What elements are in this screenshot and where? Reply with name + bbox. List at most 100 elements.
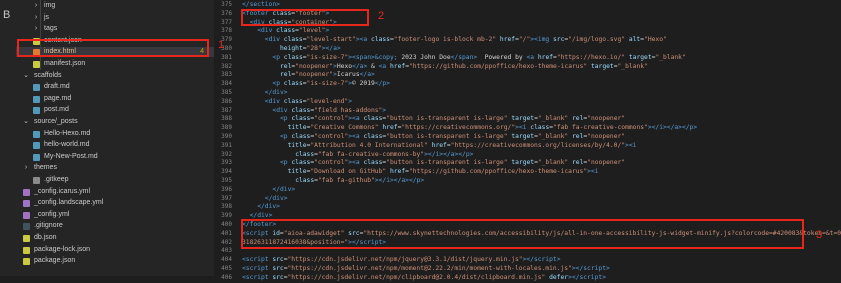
code-line[interactable]: <div class="level-end"> bbox=[265, 98, 352, 107]
explorer-folder[interactable]: › js bbox=[16, 13, 214, 23]
explorer-file[interactable]: package.json bbox=[16, 256, 214, 266]
code-token: > bbox=[602, 273, 606, 281]
explorer-file[interactable]: post.md bbox=[16, 105, 214, 115]
code-line[interactable]: class="fab fa-creative-commons-by"></i><… bbox=[295, 151, 473, 160]
code-line[interactable]: rel="noopener">Hexo</a> & <a href="https… bbox=[280, 63, 648, 72]
code-line[interactable]: <script src="https://cdn.jsdelivr.net/np… bbox=[242, 274, 606, 283]
code-line[interactable]: height="28"></a> bbox=[280, 45, 341, 54]
explorer-item-label: _config.landscape.yml bbox=[34, 199, 104, 207]
line-number: 385 bbox=[221, 89, 232, 96]
code-line[interactable]: <script src="https://cdn.jsdelivr.net/np… bbox=[242, 265, 610, 274]
code-token: href bbox=[386, 62, 406, 70]
code-line[interactable]: <script src="https://cdn.jsdelivr.net/np… bbox=[242, 256, 560, 265]
code-token: class bbox=[287, 106, 311, 114]
code-line[interactable]: title="Creative Commons" href="https://c… bbox=[288, 124, 698, 133]
code-token: script bbox=[533, 256, 557, 264]
explorer-item-label: post.md bbox=[44, 106, 69, 114]
json-file-icon bbox=[33, 61, 40, 68]
code-token: "footer-logo is-block mb-2" bbox=[393, 36, 497, 44]
code-token: Icarus bbox=[336, 71, 360, 79]
explorer-file[interactable]: package-lock.json bbox=[16, 245, 214, 255]
code-line[interactable]: </div> bbox=[272, 186, 295, 195]
code-token: > bbox=[420, 177, 425, 184]
code-line[interactable]: class="fab fa-github"></i></a></p> bbox=[295, 177, 424, 186]
code-token: "control" bbox=[314, 159, 349, 167]
code-line[interactable]: <p class="control"><a class="button is-t… bbox=[280, 115, 625, 124]
code-token: Hexo bbox=[336, 62, 353, 70]
explorer-file[interactable]: _config.yml bbox=[16, 210, 214, 220]
code-line[interactable]: <p class="control"><a class="button is-t… bbox=[280, 133, 625, 142]
line-number: 393 bbox=[221, 159, 232, 167]
code-line[interactable]: <p class="is-size-7">© 2019</p> bbox=[272, 80, 390, 89]
code-token: rel bbox=[280, 62, 292, 70]
code-line[interactable]: rel="noopener">Icarus</a> bbox=[280, 71, 375, 80]
explorer-item-label: hello-world.md bbox=[44, 141, 90, 149]
markdown-file-icon bbox=[33, 107, 40, 115]
explorer-item-label: source/_posts bbox=[34, 118, 78, 125]
code-token: > bbox=[276, 203, 280, 211]
code-token: &copy; bbox=[374, 53, 398, 61]
explorer-folder[interactable]: › img bbox=[16, 1, 214, 11]
code-token: class bbox=[359, 159, 383, 167]
chevron-right-icon[interactable]: › bbox=[32, 13, 40, 23]
chevron-down-icon[interactable]: ⌄ bbox=[22, 117, 30, 127]
code-token: "noopener" bbox=[587, 133, 626, 140]
explorer-file[interactable]: My-New-Post.md bbox=[16, 152, 214, 162]
chevron-down-icon[interactable]: ⌄ bbox=[22, 71, 30, 81]
explorer-file[interactable]: .gitignore bbox=[16, 221, 214, 231]
code-line[interactable]: title="Attribution 4.0 International" hr… bbox=[288, 142, 637, 151]
chevron-right-icon[interactable]: › bbox=[32, 1, 40, 11]
code-token: class bbox=[279, 97, 303, 105]
explorer-file[interactable]: page.md bbox=[16, 94, 214, 104]
chevron-right-icon[interactable]: › bbox=[22, 163, 30, 173]
explorer-item-label: package-lock.json bbox=[34, 245, 91, 253]
explorer-file[interactable]: Hello-Hexo.md bbox=[16, 129, 214, 139]
code-line[interactable]: <p class="control"><a class="button is-t… bbox=[280, 159, 625, 168]
code-token: div bbox=[279, 185, 292, 193]
code-token: div bbox=[272, 89, 284, 96]
explorer-folder[interactable]: ⌄ scaffolds bbox=[16, 71, 214, 81]
code-line[interactable]: <div class="field has-addons"> bbox=[272, 107, 386, 116]
code-line[interactable]: </div> bbox=[257, 203, 280, 212]
explorer-folder[interactable]: › tags bbox=[16, 24, 214, 34]
code-token: "noopener" bbox=[587, 159, 626, 167]
code-line[interactable]: </div> bbox=[265, 89, 288, 98]
explorer-item-label: package.json bbox=[34, 257, 76, 265]
code-token: "level" bbox=[298, 27, 326, 35]
code-line[interactable]: title="Download on GitHub" href="https:/… bbox=[288, 168, 599, 177]
code-token: script bbox=[245, 273, 269, 281]
code-token: >< bbox=[587, 168, 595, 176]
code-token: Powered by bbox=[477, 53, 527, 61]
code-token: class bbox=[359, 133, 383, 140]
explorer-file[interactable]: manifest.json bbox=[16, 59, 214, 69]
code-token: "is-size-7" bbox=[306, 53, 349, 61]
code-token: class bbox=[295, 150, 315, 158]
code-token: alt bbox=[625, 36, 641, 44]
explorer-file[interactable]: _config.icarus.yml bbox=[16, 187, 214, 197]
code-token: ></ bbox=[663, 124, 675, 132]
code-token: div bbox=[272, 194, 284, 202]
code-token: > bbox=[386, 80, 390, 88]
code-token: script bbox=[583, 265, 606, 272]
code-token: span bbox=[355, 53, 371, 61]
code-line[interactable]: <div class="level-start"><a class="foote… bbox=[265, 36, 667, 45]
explorer-file[interactable]: _config.landscape.yml bbox=[16, 198, 214, 208]
code-token: ></ bbox=[390, 177, 402, 184]
explorer-file[interactable]: hello-world.md bbox=[16, 140, 214, 150]
explorer-file[interactable]: draft.md bbox=[16, 82, 214, 92]
code-token: "field has-addons" bbox=[314, 106, 383, 114]
line-number: 391 bbox=[221, 141, 232, 149]
line-number: 383 bbox=[221, 71, 232, 79]
code-line[interactable]: </div> bbox=[265, 195, 288, 204]
explorer-item-label: _config.yml bbox=[34, 210, 70, 218]
code-line[interactable]: <p class="is-size-7"><span>&copy; 2023 J… bbox=[272, 54, 685, 63]
chevron-right-icon[interactable]: › bbox=[32, 24, 40, 34]
activity-bar-letter: B bbox=[3, 9, 11, 21]
explorer-folder[interactable]: ⌄ source/_posts bbox=[16, 117, 214, 127]
line-number: 377 bbox=[221, 18, 232, 26]
explorer-file[interactable]: db.json bbox=[16, 233, 214, 243]
code-line[interactable]: <div class="level"> bbox=[257, 27, 329, 36]
explorer-folder[interactable]: › themes bbox=[16, 163, 214, 173]
explorer-file[interactable]: .gitkeep bbox=[16, 175, 214, 185]
code-token: class bbox=[287, 159, 311, 167]
